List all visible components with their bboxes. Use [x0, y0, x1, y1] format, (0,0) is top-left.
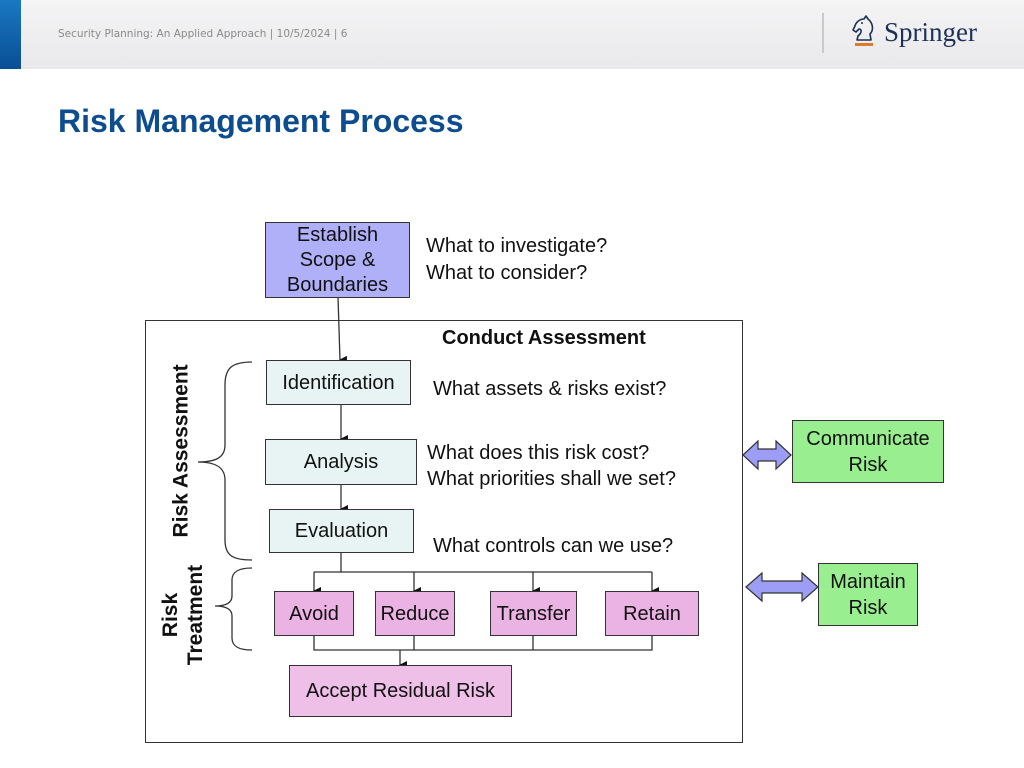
scope-question-2: What to consider? [426, 262, 588, 284]
communicate-risk-box: Communicate Risk [792, 420, 944, 483]
brace-risk-assessment [197, 361, 253, 561]
scope-line-3: Boundaries [286, 273, 389, 296]
connector-treatments-merge [313, 635, 653, 651]
double-arrow-maintain-icon [745, 571, 819, 603]
accept-residual-risk-box: Accept Residual Risk [289, 665, 512, 717]
analysis-question-2: What priorities shall we set? [427, 468, 676, 490]
reduce-box: Reduce [375, 591, 455, 636]
scope-question-1: What to investigate? [426, 235, 608, 257]
scope-line-2: Scope & [299, 248, 376, 271]
retain-box: Retain [605, 591, 699, 636]
evaluation-question: What controls can we use? [433, 535, 674, 557]
risk-treatment-line-1: Risk [159, 592, 182, 638]
identification-box: Identification [266, 360, 411, 405]
maintain-risk-box: Maintain Risk [818, 563, 918, 626]
communicate-line-2: Risk [848, 453, 888, 476]
scope-line-1: Establish [296, 223, 379, 246]
analysis-question-1: What does this risk cost? [427, 442, 650, 464]
avoid-box: Avoid [274, 591, 354, 636]
brace-risk-treatment [214, 567, 253, 651]
establish-scope-box: Establish Scope & Boundaries [265, 222, 410, 298]
risk-treatment-label: Risk Treatment [158, 560, 208, 670]
analysis-box: Analysis [265, 439, 417, 485]
evaluation-box: Evaluation [269, 509, 414, 553]
identification-question: What assets & risks exist? [433, 378, 667, 400]
maintain-line-1: Maintain [830, 570, 906, 593]
communicate-line-1: Communicate [806, 427, 930, 450]
transfer-box: Transfer [490, 591, 577, 636]
maintain-line-2: Risk [848, 596, 888, 619]
arrow-scope-to-identification [337, 296, 348, 364]
risk-assessment-label: Risk Assessment [169, 364, 193, 538]
double-arrow-communicate-icon [742, 439, 792, 471]
risk-treatment-line-2: Treatment [184, 564, 207, 666]
